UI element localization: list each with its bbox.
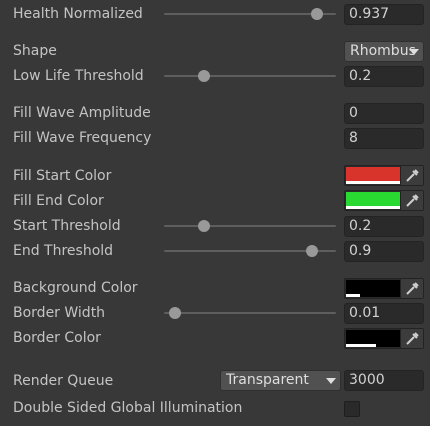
alpha-bar (346, 344, 376, 347)
start-threshold-field[interactable]: 0.2 (344, 216, 424, 237)
fill-end-color-field[interactable] (344, 190, 424, 211)
eyedropper-icon[interactable] (400, 279, 423, 298)
slider-track (164, 75, 336, 77)
start-threshold-slider[interactable] (164, 216, 336, 236)
low-life-threshold-field[interactable]: 0.2 (344, 66, 424, 87)
render-queue-dropdown[interactable]: Transparent (220, 370, 341, 391)
eyedropper-icon[interactable] (400, 329, 423, 348)
start-threshold-label: Start Threshold (13, 218, 121, 234)
end-threshold-label: End Threshold (13, 243, 114, 259)
render-queue-label: Render Queue (13, 373, 114, 389)
health-normalized-label: Health Normalized (13, 6, 143, 22)
health-normalized-field[interactable]: 0.937 (344, 4, 424, 25)
slider-thumb[interactable] (197, 220, 210, 232)
slider-thumb[interactable] (305, 245, 318, 257)
alpha-bar (346, 181, 401, 184)
double-sided-gi-label: Double Sided Global Illumination (13, 400, 243, 416)
fill-wave-amplitude-label: Fill Wave Amplitude (13, 105, 151, 121)
border-color-label: Border Color (13, 330, 101, 346)
low-life-threshold-label: Low Life Threshold (13, 68, 144, 84)
border-width-field[interactable]: 0.01 (344, 303, 424, 324)
alpha-bar (346, 294, 360, 297)
fill-wave-frequency-field[interactable]: 8 (344, 128, 424, 149)
fill-wave-amplitude-field[interactable]: 0 (344, 103, 424, 124)
shape-dropdown-value: Rhombus (350, 43, 416, 59)
shape-label: Shape (13, 43, 57, 59)
slider-track (164, 225, 336, 227)
double-sided-gi-checkbox[interactable] (344, 401, 360, 417)
render-queue-dropdown-value: Transparent (226, 372, 309, 388)
background-color-field[interactable] (344, 278, 424, 299)
eyedropper-icon[interactable] (400, 191, 423, 210)
border-color-field[interactable] (344, 328, 424, 349)
render-queue-field[interactable]: 3000 (344, 370, 424, 391)
slider-track (164, 312, 336, 314)
fill-start-color-field[interactable] (344, 165, 424, 186)
fill-end-color-label: Fill End Color (13, 193, 104, 209)
slider-track (164, 13, 336, 15)
end-threshold-field[interactable]: 0.9 (344, 241, 424, 262)
slider-thumb[interactable] (168, 307, 181, 319)
slider-thumb[interactable] (311, 8, 324, 20)
border-width-slider[interactable] (164, 303, 336, 323)
border-width-label: Border Width (13, 305, 106, 321)
slider-thumb[interactable] (197, 70, 210, 82)
eyedropper-icon[interactable] (400, 166, 423, 185)
alpha-bar (346, 206, 401, 209)
fill-start-color-label: Fill Start Color (13, 168, 112, 184)
fill-wave-frequency-label: Fill Wave Frequency (13, 130, 152, 146)
shape-dropdown[interactable]: Rhombus (344, 41, 424, 62)
health-normalized-slider[interactable] (164, 4, 336, 24)
low-life-threshold-slider[interactable] (164, 66, 336, 86)
end-threshold-slider[interactable] (164, 241, 336, 261)
chevron-down-icon (326, 378, 336, 384)
background-color-label: Background Color (13, 280, 138, 296)
chevron-down-icon (409, 49, 419, 55)
